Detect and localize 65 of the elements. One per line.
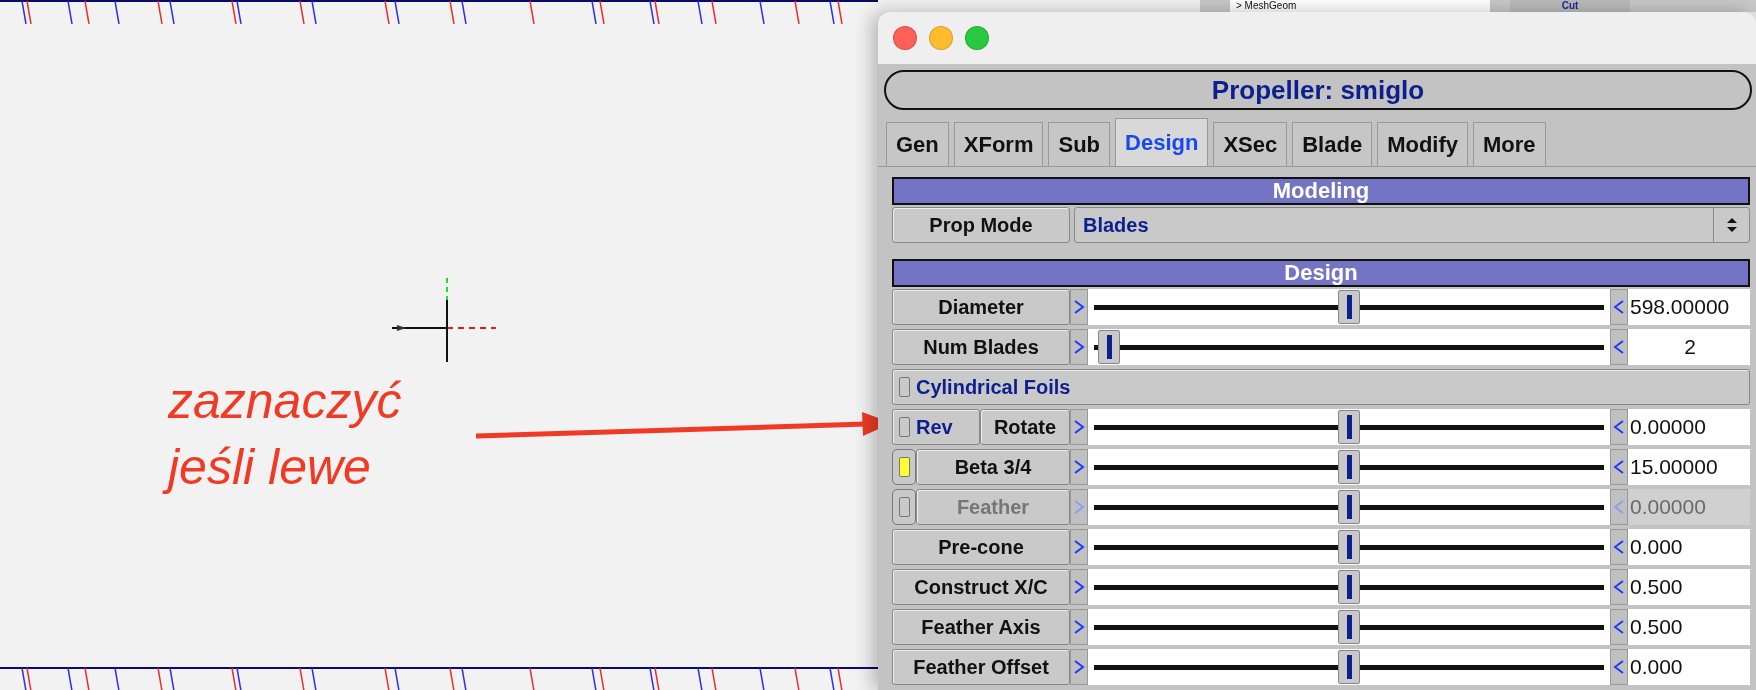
value-field[interactable]: 0.000: [1628, 529, 1750, 565]
chevron-left-icon[interactable]: [1613, 419, 1625, 435]
chevron-left-icon[interactable]: [1613, 619, 1625, 635]
tab[interactable]: Design: [1115, 118, 1209, 166]
section-header: Modeling: [892, 177, 1750, 205]
field-label[interactable]: Construct X/C: [892, 569, 1070, 605]
slider-thumb[interactable]: [1338, 569, 1360, 604]
close-button[interactable]: [893, 26, 917, 50]
value-field[interactable]: 2: [1628, 329, 1750, 365]
checkbox[interactable]: [898, 457, 910, 477]
stepper-icon: [1725, 215, 1738, 235]
field-label: Prop Mode: [892, 207, 1070, 243]
value-field[interactable]: 0.500: [1628, 609, 1750, 645]
field-label[interactable]: Rotate: [980, 409, 1070, 445]
tab[interactable]: Gen: [886, 122, 949, 166]
chevron-left-icon[interactable]: [1613, 579, 1625, 595]
slider-thumb[interactable]: [1338, 449, 1360, 484]
value-field[interactable]: 0.000: [1628, 649, 1750, 685]
value-field[interactable]: 598.00000: [1628, 289, 1750, 325]
minimize-button[interactable]: [929, 26, 953, 50]
mode-dropdown[interactable]: Blades: [1074, 207, 1750, 243]
chevron-right-icon[interactable]: [1073, 539, 1085, 555]
chevron-left-icon[interactable]: [1613, 299, 1625, 315]
value-field[interactable]: 0.500: [1628, 569, 1750, 605]
field-label[interactable]: Feather Axis: [892, 609, 1070, 645]
toggle-button[interactable]: Rev: [892, 409, 980, 445]
chevron-left-icon[interactable]: [1613, 339, 1625, 355]
field-label[interactable]: Diameter: [892, 289, 1070, 325]
chevron-right-icon[interactable]: [1073, 579, 1085, 595]
chevron-right-icon[interactable]: [1073, 619, 1085, 635]
field-label[interactable]: Num Blades: [892, 329, 1070, 365]
chevron-left-icon[interactable]: [1613, 459, 1625, 475]
cut-button[interactable]: Cut: [1510, 0, 1630, 12]
slider-thumb[interactable]: [1098, 329, 1121, 364]
chevron-left-icon[interactable]: [1613, 539, 1625, 555]
slider-thumb[interactable]: [1338, 609, 1360, 644]
chevron-right-icon[interactable]: [1073, 659, 1085, 675]
section-header: Design: [892, 259, 1750, 287]
slider-thumb[interactable]: [1338, 289, 1360, 324]
slider-thumb[interactable]: [1338, 409, 1360, 444]
field-label[interactable]: Pre-cone: [892, 529, 1070, 565]
tab[interactable]: More: [1473, 122, 1546, 166]
tab[interactable]: Blade: [1292, 122, 1373, 166]
value-field[interactable]: 0.00000: [1628, 409, 1750, 445]
field-label[interactable]: Beta 3/4: [916, 449, 1070, 485]
window-title: Propeller: smiglo: [884, 70, 1752, 110]
value-field[interactable]: 15.00000: [1628, 449, 1750, 485]
zoom-button[interactable]: [965, 26, 989, 50]
slider-thumb[interactable]: [1338, 649, 1360, 684]
toggle-button[interactable]: Cylindrical Foils: [892, 369, 1750, 405]
tab[interactable]: XForm: [953, 122, 1044, 166]
chevron-right-icon[interactable]: [1073, 299, 1085, 315]
checkbox[interactable]: [899, 377, 910, 397]
tab[interactable]: XSec: [1213, 122, 1288, 166]
slider-thumb[interactable]: [1338, 529, 1360, 564]
chevron-right-icon[interactable]: [1073, 459, 1085, 475]
annotation-text: zaznaczyć jeśli lewe: [160, 368, 416, 504]
field-label[interactable]: Feather Offset: [892, 649, 1070, 685]
tab[interactable]: Sub: [1048, 122, 1111, 166]
chevron-right-icon[interactable]: [1073, 339, 1085, 355]
chevron-left-icon[interactable]: [1613, 659, 1625, 675]
chevron-right-icon[interactable]: [1073, 419, 1085, 435]
text-field[interactable]: > MeshGeom: [1230, 0, 1490, 12]
tab[interactable]: Modify: [1377, 122, 1469, 166]
checkbox[interactable]: [899, 417, 910, 437]
